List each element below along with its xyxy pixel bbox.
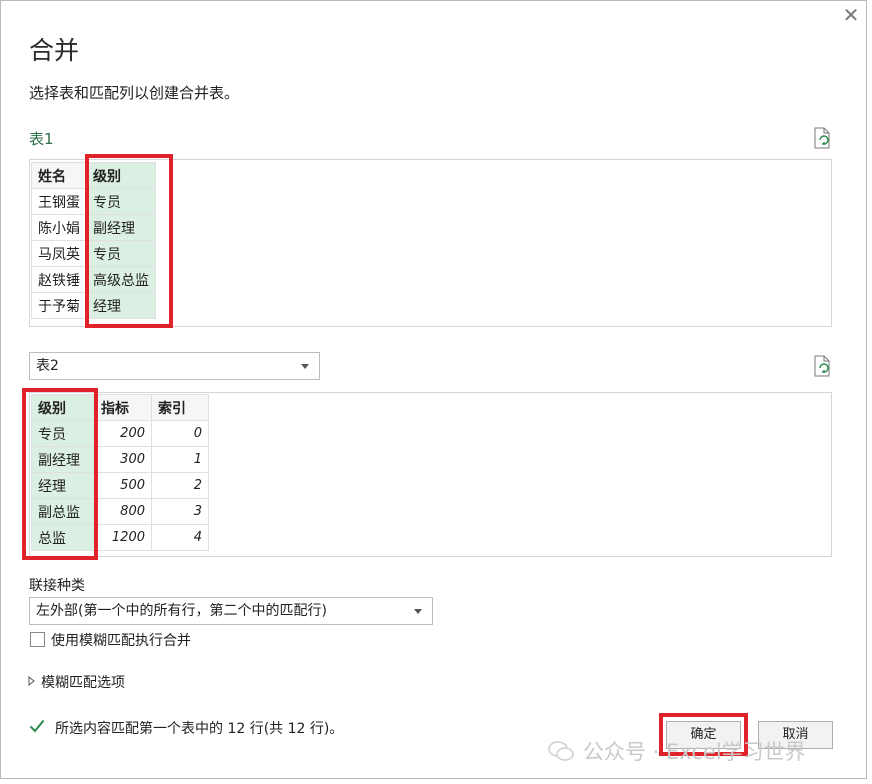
table2-cell: 专员 — [31, 420, 95, 447]
join-kind-label: 联接种类 — [29, 578, 85, 594]
table1-grid: 姓名 级别 王钢蛋 专员 陈小娟 副经理 马凤英 专员 赵铁锤 高级总监 于予菊… — [31, 162, 156, 319]
table1-cell: 专员 — [86, 188, 156, 215]
table1-header-row: 姓名 级别 — [31, 162, 156, 189]
table2-select-value: 表2 — [36, 358, 59, 374]
table2-cell: 500 — [94, 472, 152, 499]
table2-select[interactable]: 表2 — [29, 352, 320, 380]
table-row: 赵铁锤 高级总监 — [31, 266, 156, 293]
refresh-file-icon[interactable] — [811, 127, 833, 149]
checkmark-icon — [29, 719, 45, 733]
fuzzy-options-toggle[interactable]: 模糊匹配选项 — [41, 672, 125, 692]
watermark-text: 公众号 · Excel学习世界 — [583, 740, 806, 764]
table1-cell: 高级总监 — [86, 266, 156, 293]
table1-cell: 赵铁锤 — [31, 266, 87, 293]
table1-cell: 马凤英 — [31, 240, 87, 267]
table2-cell: 经理 — [31, 472, 95, 499]
table2-col-header[interactable]: 索引 — [151, 394, 209, 421]
table2-cell: 800 — [94, 498, 152, 525]
table-row: 王钢蛋 专员 — [31, 188, 156, 215]
merge-dialog: ✕ 合并 选择表和匹配列以创建合并表。 表1 姓名 级别 王钢蛋 专员 陈小娟 … — [0, 0, 867, 779]
table1-cell: 王钢蛋 — [31, 188, 87, 215]
chevron-down-icon — [301, 364, 309, 369]
table-row: 副总监 800 3 — [31, 498, 209, 525]
table-row: 专员 200 0 — [31, 420, 209, 447]
table-row: 马凤英 专员 — [31, 240, 156, 267]
fuzzy-match-checkbox[interactable] — [30, 632, 45, 647]
table2-cell: 1200 — [94, 524, 152, 551]
table2-header-row: 级别 指标 索引 — [31, 394, 209, 421]
fuzzy-match-label: 使用模糊匹配执行合并 — [51, 633, 191, 649]
table1-preview-panel: 姓名 级别 王钢蛋 专员 陈小娟 副经理 马凤英 专员 赵铁锤 高级总监 于予菊… — [29, 159, 832, 327]
table-row: 陈小娟 副经理 — [31, 214, 156, 241]
wechat-icon — [548, 741, 574, 761]
dialog-title: 合并 — [29, 36, 80, 65]
table1-col-header-selected[interactable]: 级别 — [86, 162, 156, 189]
table2-cell: 副经理 — [31, 446, 95, 473]
table2-cell: 3 — [151, 498, 209, 525]
table2-preview-panel: 级别 指标 索引 专员 200 0 副经理 300 1 经理 500 2 副总监 — [29, 392, 832, 557]
table2-cell: 2 — [151, 472, 209, 499]
table2-col-header[interactable]: 指标 — [94, 394, 152, 421]
status-message: 所选内容匹配第一个表中的 12 行(共 12 行)。 — [55, 721, 344, 737]
table2-cell: 4 — [151, 524, 209, 551]
close-icon[interactable]: ✕ — [839, 3, 863, 27]
table2-cell: 副总监 — [31, 498, 95, 525]
table2-cell: 300 — [94, 446, 152, 473]
table2-cell: 1 — [151, 446, 209, 473]
table1-cell: 于予菊 — [31, 292, 87, 319]
join-kind-value: 左外部(第一个中的所有行，第二个中的匹配行) — [36, 603, 327, 619]
table2-cell: 总监 — [31, 524, 95, 551]
join-kind-select[interactable]: 左外部(第一个中的所有行，第二个中的匹配行) — [29, 597, 433, 625]
table1-col-header[interactable]: 姓名 — [31, 162, 87, 189]
table1-cell: 专员 — [86, 240, 156, 267]
table-row: 副经理 300 1 — [31, 446, 209, 473]
table2-col-header-selected[interactable]: 级别 — [31, 394, 95, 421]
table2-cell: 0 — [151, 420, 209, 447]
table1-cell: 经理 — [86, 292, 156, 319]
expand-triangle-icon[interactable] — [28, 676, 36, 686]
table-row: 经理 500 2 — [31, 472, 209, 499]
table2-grid: 级别 指标 索引 专员 200 0 副经理 300 1 经理 500 2 副总监 — [31, 394, 209, 551]
table2-cell: 200 — [94, 420, 152, 447]
refresh-file-icon[interactable] — [811, 355, 833, 377]
table1-cell: 陈小娟 — [31, 214, 87, 241]
dialog-subtitle: 选择表和匹配列以创建合并表。 — [29, 84, 240, 102]
table1-cell: 副经理 — [86, 214, 156, 241]
chevron-down-icon — [414, 609, 422, 614]
table-row: 于予菊 经理 — [31, 292, 156, 319]
table1-label: 表1 — [29, 130, 54, 148]
table-row: 总监 1200 4 — [31, 524, 209, 551]
